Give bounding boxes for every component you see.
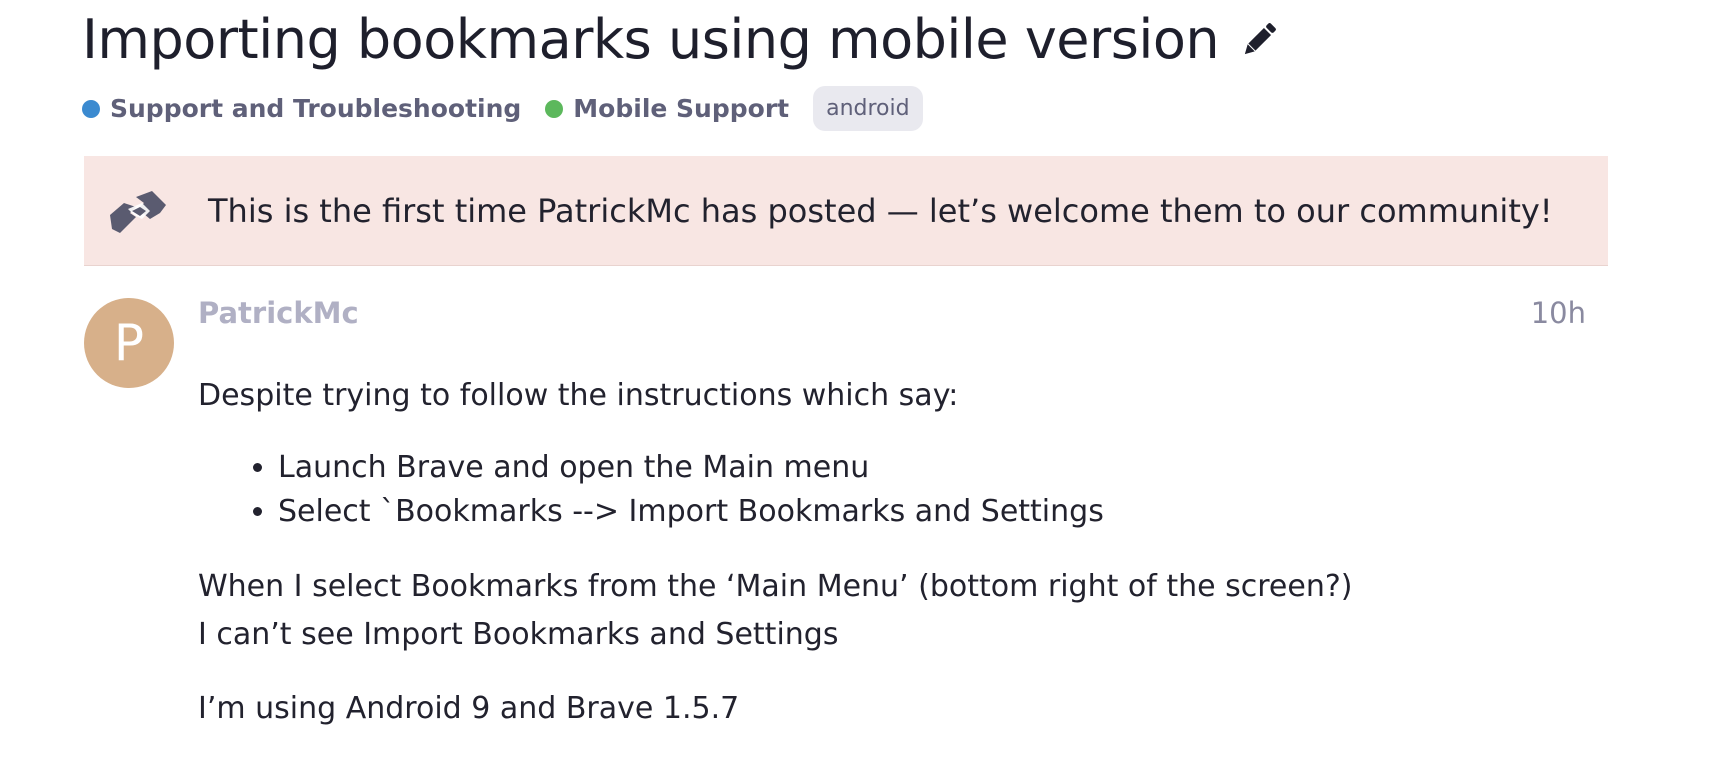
post-intro: Despite trying to follow the instruction…	[198, 378, 959, 413]
list-item: Select `Bookmarks --> Import Bookmarks a…	[278, 490, 1578, 534]
category-label: Mobile Support	[573, 94, 790, 123]
instruction-list: Launch Brave and open the Main menu Sele…	[198, 446, 1578, 533]
welcome-notice-text: This is the first time PatrickMc has pos…	[208, 191, 1553, 230]
avatar-letter: P	[113, 314, 145, 372]
avatar[interactable]: P	[84, 298, 174, 388]
topic-title[interactable]: Importing bookmarks using mobile version	[82, 8, 1220, 71]
post-body: Despite trying to follow the instruction…	[198, 372, 1578, 733]
pencil-icon[interactable]	[1237, 18, 1281, 62]
category-color-dot	[545, 99, 564, 118]
post-paragraph: When I select Bookmarks from the ‘Main M…	[198, 569, 1353, 604]
first-post-welcome-notice: This is the first time PatrickMc has pos…	[84, 156, 1608, 266]
post-username[interactable]: PatrickMc	[198, 296, 359, 330]
list-item: Launch Brave and open the Main menu	[278, 446, 1578, 490]
post-paragraph: I’m using Android 9 and Brave 1.5.7	[198, 691, 740, 726]
topic-header: Importing bookmarks using mobile version	[82, 8, 1281, 71]
category-label: Support and Troubleshooting	[110, 94, 522, 123]
handshake-icon	[106, 179, 170, 243]
category-color-dot	[82, 99, 100, 118]
topic-categories-and-tags: Support and Troubleshooting Mobile Suppo…	[82, 86, 923, 131]
post-paragraph: I can’t see Import Bookmarks and Setting…	[198, 617, 839, 652]
category-support-and-troubleshooting[interactable]: Support and Troubleshooting	[82, 94, 521, 123]
post-time[interactable]: 10h	[1531, 296, 1586, 330]
category-mobile-support[interactable]: Mobile Support	[545, 94, 789, 123]
tag-android[interactable]: android	[813, 86, 923, 131]
